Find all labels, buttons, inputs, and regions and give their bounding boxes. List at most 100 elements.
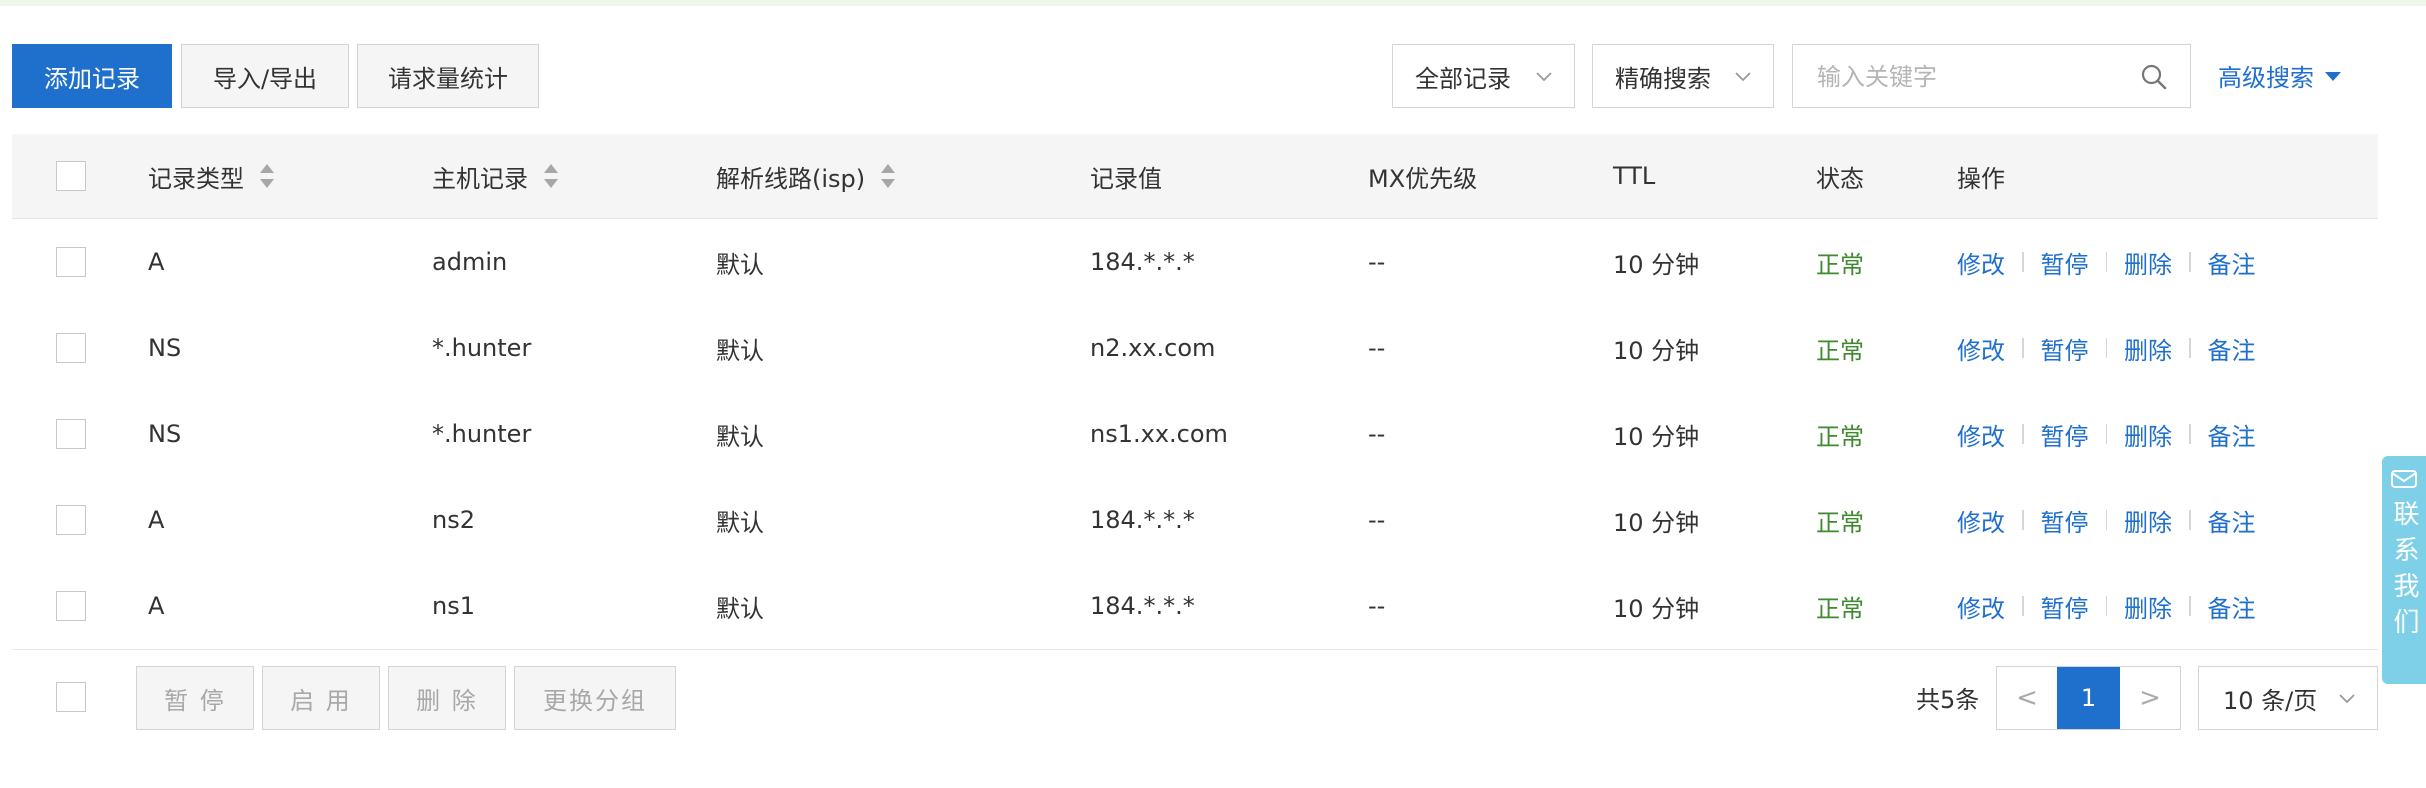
record-type: A <box>148 506 165 534</box>
status-text: 正常 <box>1816 508 1864 537</box>
pause-link[interactable]: 暂停 <box>2041 589 2089 624</box>
pause-link[interactable]: 暂停 <box>2041 417 2089 452</box>
import-export-button[interactable]: 导入/导出 <box>181 44 349 108</box>
search-input[interactable] <box>1815 59 2119 95</box>
header-record-type-label: 记录类型 <box>148 164 244 193</box>
search-mode-select[interactable]: 精确搜索 <box>1592 44 1774 108</box>
host-record: ns1 <box>432 592 475 620</box>
line-isp: 默认 <box>716 508 764 537</box>
page-size-value: 10 条/页 <box>2223 686 2318 715</box>
record-value: 184.*.*.* <box>1090 248 1195 276</box>
advanced-search-label: 高级搜索 <box>2218 64 2314 92</box>
sort-icon[interactable] <box>881 162 896 190</box>
note-link[interactable]: 备注 <box>2208 417 2256 452</box>
divider <box>2105 338 2107 358</box>
pause-link[interactable]: 暂停 <box>2041 331 2089 366</box>
next-page-button[interactable]: > <box>2120 667 2180 729</box>
note-link[interactable]: 备注 <box>2208 245 2256 280</box>
record-type: A <box>148 248 165 276</box>
divider <box>2022 252 2024 272</box>
select-all-checkbox[interactable] <box>56 161 86 191</box>
status-text: 正常 <box>1816 422 1864 451</box>
page-size-select[interactable]: 10 条/页 <box>2198 666 2378 730</box>
header-record-type[interactable]: 记录类型 <box>148 134 274 218</box>
note-link[interactable]: 备注 <box>2208 503 2256 538</box>
ttl: 10 分钟 <box>1613 336 1700 365</box>
edit-link[interactable]: 修改 <box>1957 331 2005 366</box>
record-value: ns1.xx.com <box>1090 420 1228 448</box>
divider <box>2189 252 2191 272</box>
mx-priority: -- <box>1368 506 1386 534</box>
chevron-down-icon <box>1536 72 1552 82</box>
status-text: 正常 <box>1816 336 1864 365</box>
search-mode-value: 精确搜索 <box>1615 64 1711 93</box>
table-row: NS *.hunter 默认 ns1.xx.com -- 10 分钟 正常 修改… <box>12 391 2378 478</box>
contact-us-label: 联系我们 <box>2389 500 2419 644</box>
row-actions: 修改 暂停 删除 备注 <box>1957 477 2256 563</box>
advanced-search-link[interactable]: 高级搜索 <box>2218 58 2342 93</box>
footer-select-all-checkbox[interactable] <box>56 682 86 712</box>
delete-link[interactable]: 删除 <box>2124 245 2172 280</box>
note-link[interactable]: 备注 <box>2208 331 2256 366</box>
status-text: 正常 <box>1816 250 1864 279</box>
record-filter-select[interactable]: 全部记录 <box>1392 44 1575 108</box>
header-status: 状态 <box>1816 164 1864 193</box>
row-checkbox[interactable] <box>56 247 86 277</box>
pause-link[interactable]: 暂停 <box>2041 503 2089 538</box>
record-filter-value: 全部记录 <box>1415 64 1511 93</box>
search-box <box>1792 44 2191 108</box>
host-record: *.hunter <box>432 334 532 362</box>
ttl: 10 分钟 <box>1613 422 1700 451</box>
header-line-isp-label: 解析线路(isp) <box>716 164 866 193</box>
line-isp: 默认 <box>716 594 764 623</box>
mx-priority: -- <box>1368 248 1386 276</box>
search-icon[interactable] <box>2140 63 2168 91</box>
row-checkbox[interactable] <box>56 591 86 621</box>
record-type: A <box>148 592 165 620</box>
chevron-down-icon <box>1735 72 1751 82</box>
header-host-record[interactable]: 主机记录 <box>432 134 558 218</box>
edit-link[interactable]: 修改 <box>1957 503 2005 538</box>
current-page-button[interactable]: 1 <box>2057 667 2120 729</box>
delete-link[interactable]: 删除 <box>2124 417 2172 452</box>
record-value: n2.xx.com <box>1090 334 1216 362</box>
table-row: A ns2 默认 184.*.*.* -- 10 分钟 正常 修改 暂停 删除 … <box>12 477 2378 564</box>
header-line-isp[interactable]: 解析线路(isp) <box>716 134 896 218</box>
host-record: admin <box>432 248 508 276</box>
change-group-button[interactable]: 更换分组 <box>514 666 676 730</box>
divider <box>2189 510 2191 530</box>
batch-enable-button[interactable]: 启 用 <box>262 666 380 730</box>
header-host-record-label: 主机记录 <box>432 164 528 193</box>
batch-delete-button[interactable]: 删 除 <box>388 666 506 730</box>
record-type: NS <box>148 420 182 448</box>
ttl: 10 分钟 <box>1613 250 1700 279</box>
row-checkbox[interactable] <box>56 419 86 449</box>
contact-us-tab[interactable]: 联系我们 <box>2382 456 2426 684</box>
divider <box>2105 596 2107 616</box>
request-stats-button[interactable]: 请求量统计 <box>357 44 539 108</box>
add-record-button[interactable]: 添加记录 <box>12 44 172 108</box>
delete-link[interactable]: 删除 <box>2124 331 2172 366</box>
delete-link[interactable]: 删除 <box>2124 503 2172 538</box>
total-count: 共5条 <box>1916 686 1980 714</box>
header-operations: 操作 <box>1957 164 2005 193</box>
note-link[interactable]: 备注 <box>2208 589 2256 624</box>
delete-link[interactable]: 删除 <box>2124 589 2172 624</box>
row-checkbox[interactable] <box>56 333 86 363</box>
divider <box>2189 596 2191 616</box>
sort-icon[interactable] <box>260 162 274 190</box>
divider <box>2022 596 2024 616</box>
batch-pause-button[interactable]: 暂 停 <box>136 666 254 730</box>
line-isp: 默认 <box>716 336 764 365</box>
row-actions: 修改 暂停 删除 备注 <box>1957 391 2256 477</box>
edit-link[interactable]: 修改 <box>1957 589 2005 624</box>
row-checkbox[interactable] <box>56 505 86 535</box>
edit-link[interactable]: 修改 <box>1957 245 2005 280</box>
pause-link[interactable]: 暂停 <box>2041 245 2089 280</box>
mx-priority: -- <box>1368 420 1386 448</box>
prev-page-button[interactable]: < <box>1997 667 2057 729</box>
line-isp: 默认 <box>716 422 764 451</box>
sort-icon[interactable] <box>544 162 558 190</box>
divider <box>2022 338 2024 358</box>
edit-link[interactable]: 修改 <box>1957 417 2005 452</box>
